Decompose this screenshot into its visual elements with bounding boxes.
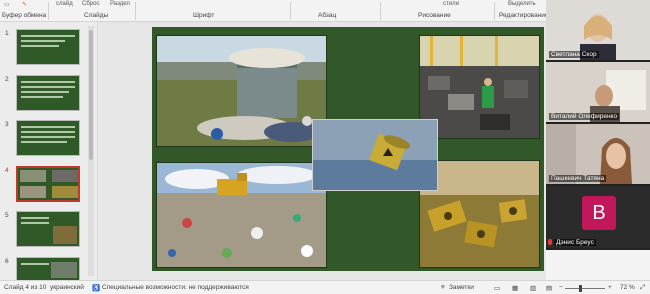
- muted-mic-icon: [548, 239, 552, 245]
- ribbon-group-slides: Слайды: [84, 12, 109, 19]
- slide-thumbnail-2[interactable]: [16, 75, 80, 111]
- slide-thumbnail-3[interactable]: [16, 120, 80, 156]
- thumbnail-number: 5: [5, 212, 9, 219]
- paste-icon[interactable]: ▭: [4, 1, 10, 8]
- participant-tile[interactable]: Виталий Олефиренко: [546, 62, 650, 122]
- dumpster-photo[interactable]: [156, 35, 327, 147]
- thumbnail-number: 3: [5, 121, 9, 128]
- new-slide-button[interactable]: слайд: [56, 1, 73, 7]
- reading-view-icon[interactable]: ▥: [530, 284, 536, 292]
- ribbon-divider: [48, 2, 49, 20]
- slide-counter: Слайд 4 из 10: [4, 284, 47, 291]
- ribbon-group-paragraph: Абзац: [318, 12, 337, 19]
- slide-thumbnails-pane: 1 2 3 4 5 6: [0, 22, 98, 280]
- language-indicator[interactable]: украинский: [50, 284, 84, 291]
- notes-icon[interactable]: ≡: [441, 284, 445, 291]
- participant-name: Дэнис Бреус: [554, 239, 596, 246]
- zoom-slider[interactable]: [565, 288, 605, 289]
- ribbon-group-clipboard: Буфер обмена: [2, 12, 47, 19]
- panel-footer: [546, 250, 650, 280]
- notes-button[interactable]: Заметки: [449, 284, 474, 291]
- status-bar: Слайд 4 из 10 украинский ♿ Специальные в…: [0, 280, 650, 294]
- ribbon-divider: [380, 2, 381, 20]
- thumbnail-number: 6: [5, 258, 9, 265]
- participant-name: Светлана Скор: [549, 51, 599, 58]
- current-slide[interactable]: [152, 27, 544, 271]
- ribbon-divider: [494, 2, 495, 20]
- ribbon-group-font: Шрифт: [193, 12, 215, 19]
- reset-button[interactable]: Сброс: [82, 1, 99, 7]
- fit-to-window-icon[interactable]: ⤢: [640, 284, 645, 292]
- slide-thumbnail-6[interactable]: [16, 257, 80, 280]
- accessibility-icon[interactable]: ♿: [92, 284, 100, 292]
- video-participants-panel: Светлана Скор Виталий Олефиренко Пашкеви…: [546, 0, 650, 280]
- slide-thumbnail-4[interactable]: [16, 166, 80, 202]
- select-button[interactable]: Выделить: [508, 1, 536, 7]
- thumbnail-number: 1: [5, 30, 9, 37]
- slide-sorter-icon[interactable]: ▦: [512, 284, 518, 292]
- participant-avatar: B: [582, 196, 616, 230]
- zoom-out-icon[interactable]: −: [559, 284, 563, 291]
- landfill-photo[interactable]: [156, 162, 327, 268]
- participant-name: Пашкевич Татяна: [549, 175, 607, 182]
- normal-view-icon[interactable]: ▭: [494, 284, 500, 292]
- barrel-in-water-photo[interactable]: [312, 119, 438, 191]
- zoom-slider-knob[interactable]: [579, 285, 582, 292]
- ribbon-divider: [135, 2, 136, 20]
- participant-tile[interactable]: Пашкевич Татяна: [546, 124, 650, 184]
- thumbnail-number: 4: [5, 167, 9, 174]
- quick-styles-button[interactable]: стили: [443, 1, 459, 7]
- participant-tile[interactable]: B Дэнис Бреус: [546, 186, 650, 248]
- zoom-in-icon[interactable]: +: [608, 284, 612, 291]
- thumbnail-scrollbar-thumb[interactable]: [89, 30, 93, 160]
- ribbon-divider: [290, 2, 291, 20]
- accessibility-status[interactable]: Специальные возможности: не поддерживают…: [102, 284, 249, 291]
- slideshow-icon[interactable]: ▤: [546, 284, 552, 292]
- thumbnail-number: 2: [5, 76, 9, 83]
- slide-thumbnail-5[interactable]: [16, 211, 80, 247]
- section-button[interactable]: Раздел: [110, 1, 130, 7]
- zoom-level[interactable]: 72 %: [620, 284, 635, 291]
- format-painter-icon[interactable]: ✎: [22, 1, 27, 8]
- participant-tile[interactable]: Светлана Скор: [546, 0, 650, 60]
- slide-thumbnail-1[interactable]: [16, 29, 80, 65]
- ribbon-group-editing: Редактирование: [499, 12, 549, 19]
- participant-name: Виталий Олефиренко: [549, 113, 620, 120]
- ribbon-group-drawing: Рисование: [418, 12, 451, 19]
